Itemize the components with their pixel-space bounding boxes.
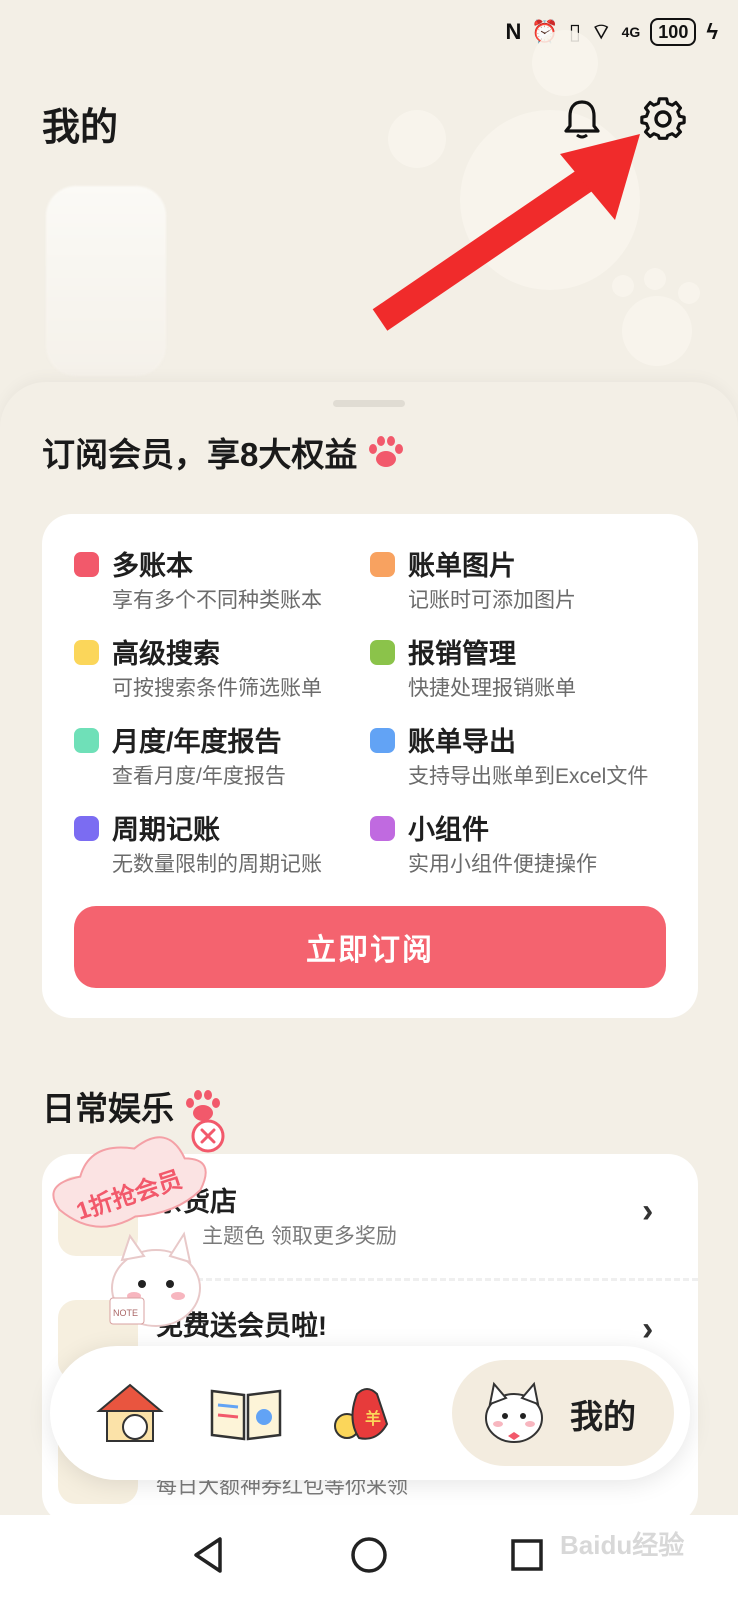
money-bag-icon: 羊 xyxy=(334,1388,389,1440)
nfc-icon: N xyxy=(505,19,522,44)
feature-color-dot xyxy=(74,816,99,841)
tab-mine[interactable] xyxy=(452,1360,674,1466)
back-icon[interactable] xyxy=(188,1533,232,1577)
feature-name: 多账本 xyxy=(112,551,193,581)
feature-color-dot xyxy=(370,728,395,753)
charging-icon: ϟ xyxy=(706,19,718,44)
chevron-right-icon: › xyxy=(642,1192,654,1230)
feature-desc: 享有多个不同种类账本 xyxy=(112,589,322,612)
promo-close-icon[interactable] xyxy=(190,1118,226,1154)
feature-desc: 记账时可添加图片 xyxy=(408,589,576,612)
feature-desc: 实用小组件便捷操作 xyxy=(408,853,597,876)
svg-text:羊: 羊 xyxy=(365,1409,381,1428)
entertainment-title: 日常娱乐 xyxy=(42,1090,174,1127)
membership-title: 订阅会员，享8大权益 xyxy=(42,436,358,473)
page-title: 我的 xyxy=(42,107,119,149)
paw-icon xyxy=(369,436,404,467)
feature-color-dot xyxy=(370,552,395,577)
feature-name: 周期记账 xyxy=(112,815,220,845)
feature-desc: 支持导出账单到Excel文件 xyxy=(408,765,649,788)
signal-icon: 4G xyxy=(621,24,641,40)
subscribe-button[interactable]: 立即订阅 xyxy=(74,906,666,988)
promo-note: NOTE xyxy=(113,1308,138,1318)
tab-wallet[interactable]: 羊 xyxy=(322,1376,402,1450)
background-decoration xyxy=(532,30,598,96)
feature-name: 报销管理 xyxy=(408,639,516,669)
watermark: Baidu经验 xyxy=(560,1530,685,1560)
feature-desc: 可按搜索条件筛选账单 xyxy=(112,677,322,700)
tab-mine-label[interactable]: 我的 xyxy=(570,1390,636,1438)
feature-name: 高级搜索 xyxy=(112,639,220,669)
book-icon xyxy=(210,1389,282,1441)
home-circle-icon[interactable] xyxy=(347,1533,391,1577)
feature-desc: 快捷处理报销账单 xyxy=(408,677,576,700)
feature-color-dot xyxy=(74,728,99,753)
annotation-arrow xyxy=(372,134,640,331)
membership-title-row: 订阅会员，享8大权益 xyxy=(42,428,405,476)
background-decoration xyxy=(678,282,700,304)
feature-name: 月度/年度报告 xyxy=(112,727,282,757)
house-icon xyxy=(96,1383,164,1442)
feature-name: 账单导出 xyxy=(408,727,516,757)
status-bar: N ⏰ ▯ ⌔ 4G 100 ϟ xyxy=(506,18,718,46)
wifi-icon: ⌔ xyxy=(590,19,612,44)
feature-desc: 查看月度/年度报告 xyxy=(112,765,286,788)
chevron-right-icon: › xyxy=(642,1310,654,1348)
feature-color-dot xyxy=(74,552,99,577)
feature-color-dot xyxy=(370,640,395,665)
cat-icon xyxy=(485,1381,543,1443)
promo-sticker[interactable]: 1折抢会员 NOTE xyxy=(46,1128,236,1328)
recents-square-icon[interactable] xyxy=(505,1533,549,1577)
tab-home[interactable] xyxy=(90,1376,170,1450)
sheet-handle[interactable] xyxy=(333,400,405,407)
feature-color-dot xyxy=(370,816,395,841)
feature-desc: 无数量限制的周期记账 xyxy=(112,853,322,876)
battery-icon: 100 xyxy=(650,18,697,46)
background-decoration xyxy=(46,186,166,376)
feature-name: 账单图片 xyxy=(408,551,516,581)
feature-name: 小组件 xyxy=(408,815,489,845)
tab-ledger[interactable] xyxy=(206,1376,286,1450)
feature-color-dot xyxy=(74,640,99,665)
